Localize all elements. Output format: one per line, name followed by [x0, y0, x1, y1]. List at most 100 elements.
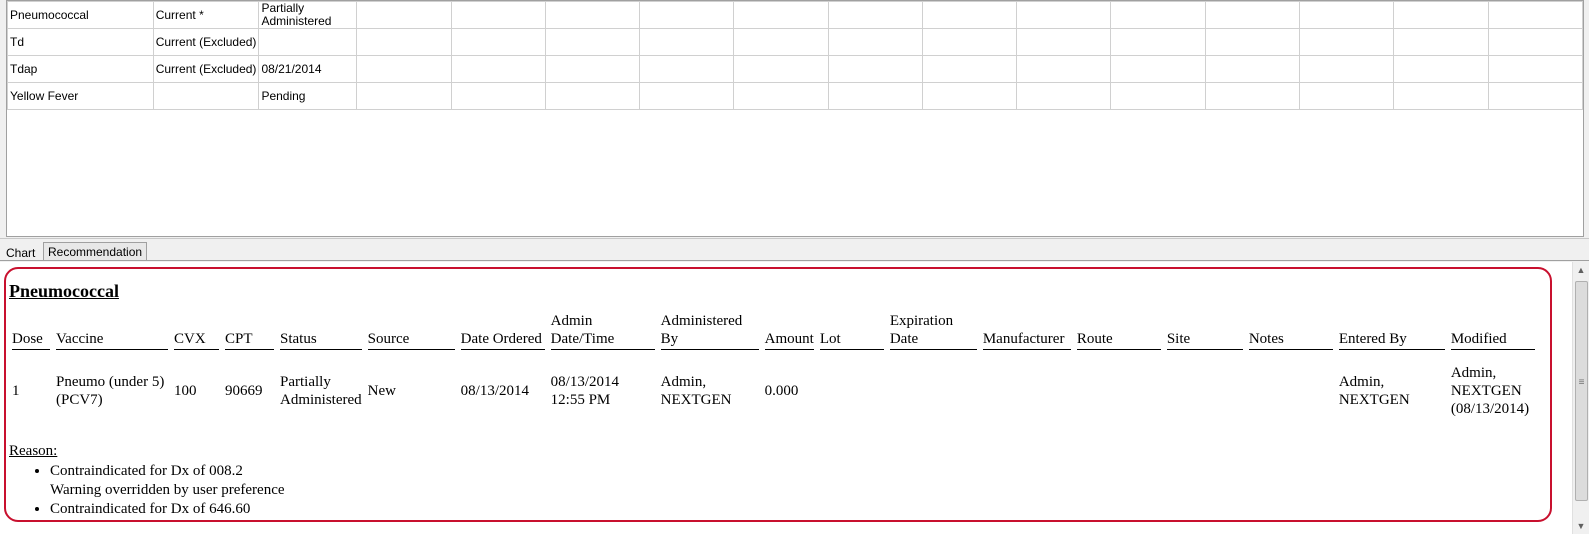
grid-cell-vaccine[interactable]: Td — [7, 28, 154, 56]
dose-table: Dose Vaccine CVX CPT Status Source Date Ordere… — [6, 312, 1541, 418]
grid-cell-status[interactable]: Current (Excluded) — [152, 55, 260, 83]
grid-cell-empty[interactable] — [639, 55, 735, 83]
column-header: Status — [280, 312, 362, 350]
dose-cell-admin-datetime: 08/13/2014 12:55 PM — [550, 374, 619, 408]
grid-cell-empty[interactable] — [921, 82, 1018, 110]
scroll-thumb[interactable]: ≡ — [1575, 281, 1588, 501]
dose-cell-status: Partially Administered — [280, 374, 362, 408]
grid-cell-empty[interactable] — [827, 28, 923, 56]
dose-cell-vaccine: Pneumo (under 5) (PCV7) — [56, 374, 165, 408]
grid-cell-empty[interactable] — [1204, 1, 1301, 29]
dose-cell-notes — [1249, 350, 1333, 418]
grid-cell-empty[interactable] — [1393, 1, 1489, 29]
grid-cell-empty[interactable] — [1110, 55, 1206, 83]
grid-cell-empty[interactable] — [921, 28, 1018, 56]
grid-cell-empty[interactable] — [356, 28, 452, 56]
vertical-scrollbar[interactable]: ▲ ≡ ▼ — [1572, 262, 1589, 534]
grid-cell-empty[interactable] — [639, 82, 735, 110]
scroll-down-icon[interactable]: ▼ — [1573, 518, 1589, 534]
column-header: Modified — [1450, 312, 1535, 350]
dose-cell-site — [1167, 350, 1243, 418]
grid-cell-detail[interactable] — [258, 28, 358, 56]
grid-cell-vaccine[interactable]: Yellow Fever — [7, 82, 154, 110]
grid-cell-empty[interactable] — [1393, 55, 1489, 83]
grid-cell-detail[interactable]: 08/21/2014 — [258, 55, 358, 83]
grid-cell-empty[interactable] — [1204, 28, 1301, 56]
grid-cell-empty[interactable] — [1016, 82, 1112, 110]
grid-cell-empty[interactable] — [733, 1, 829, 29]
grid-cell-empty[interactable] — [450, 82, 546, 110]
grid-cell-empty[interactable] — [1110, 28, 1206, 56]
grid-cell-empty[interactable] — [1487, 28, 1583, 56]
grid-cell-empty[interactable] — [356, 55, 452, 83]
reason-list: Contraindicated for Dx of 008.2 Warning o… — [8, 462, 1550, 520]
grid-cell-empty[interactable] — [1487, 82, 1583, 110]
dose-cell-route — [1077, 350, 1161, 418]
grid-cell-detail[interactable]: Pending — [258, 82, 358, 110]
dose-cell-lot — [820, 350, 884, 418]
grid-cell-empty[interactable] — [1487, 1, 1583, 29]
grid-cell-empty[interactable] — [1110, 1, 1206, 29]
recommendation-grid: Pneumococcal Current * Partially Administe… — [6, 0, 1584, 237]
grid-cell-empty[interactable] — [827, 82, 923, 110]
grid-cell-empty[interactable] — [639, 28, 735, 56]
column-header: Notes — [1248, 312, 1333, 350]
grid-cell-empty[interactable] — [733, 55, 829, 83]
dose-row: 1 Pneumo (under 5) (PCV7) 100 90669 Partiall… — [12, 350, 1535, 418]
grid-cell-empty[interactable] — [544, 1, 641, 29]
grid-cell-empty[interactable] — [921, 1, 1018, 29]
grid-cell-empty[interactable] — [356, 82, 452, 110]
grid-cell-empty[interactable] — [544, 28, 641, 56]
grid-cell-empty[interactable] — [1299, 82, 1395, 110]
grid-cell-empty[interactable] — [544, 55, 641, 83]
grid-cell-empty[interactable] — [1204, 82, 1301, 110]
grid-cell-empty[interactable] — [1016, 28, 1112, 56]
dose-cell-date-ordered: 08/13/2014 — [460, 383, 529, 399]
grid-cell-detail[interactable]: Partially Administered — [258, 1, 358, 29]
grid-row[interactable]: Yellow Fever Pending — [7, 82, 1583, 110]
reason-item: Contraindicated for Dx of 646.60 Warning … — [50, 500, 1550, 520]
grid-cell-status[interactable] — [152, 82, 260, 110]
grid-row[interactable]: Pneumococcal Current * Partially Administe… — [7, 1, 1583, 29]
grid-cell-status[interactable]: Current * — [152, 1, 260, 29]
grid-cell-empty[interactable] — [1204, 55, 1301, 83]
scroll-up-icon[interactable]: ▲ — [1573, 262, 1589, 278]
column-header: Amount — [764, 312, 814, 350]
grid-cell-empty[interactable] — [450, 28, 546, 56]
detail-content: Pneumococcal Dose Vaccine CVX CPT Status Sour… — [6, 281, 1550, 520]
grid-cell-empty[interactable] — [1393, 28, 1489, 56]
tab-divider — [0, 260, 1589, 261]
grid-cell-empty[interactable] — [827, 55, 923, 83]
column-header: Lot — [819, 312, 884, 350]
dose-cell-manufacturer — [983, 350, 1071, 418]
grid-cell-empty[interactable] — [1299, 1, 1395, 29]
tab-strip: Chart Recommendation — [0, 238, 1589, 263]
grid-cell-empty[interactable] — [733, 82, 829, 110]
column-header: Administered By — [660, 312, 759, 350]
grid-row[interactable]: Tdap Current (Excluded) 08/21/2014 — [7, 55, 1583, 83]
column-header: Site — [1166, 312, 1243, 350]
grid-cell-vaccine[interactable]: Tdap — [7, 55, 154, 83]
grid-cell-empty[interactable] — [921, 55, 1018, 83]
grid-cell-empty[interactable] — [639, 1, 735, 29]
grid-cell-empty[interactable] — [450, 1, 546, 29]
grid-cell-empty[interactable] — [1016, 55, 1112, 83]
grid-cell-empty[interactable] — [1299, 28, 1395, 56]
grid-cell-empty[interactable] — [733, 28, 829, 56]
dose-cell-amount: 0.000 — [764, 383, 799, 399]
grid-cell-empty[interactable] — [1487, 55, 1583, 83]
grid-cell-empty[interactable] — [356, 1, 452, 29]
dose-cell-modified: Admin, NEXTGEN (08/13/2014) — [1450, 365, 1530, 417]
grid-cell-empty[interactable] — [1110, 82, 1206, 110]
tab-recommendation[interactable]: Recommendation — [43, 242, 148, 261]
grid-cell-vaccine[interactable]: Pneumococcal — [7, 1, 154, 29]
grid-cell-empty[interactable] — [450, 55, 546, 83]
grid-cell-status[interactable]: Current (Excluded) — [152, 28, 260, 56]
grid-cell-empty[interactable] — [1299, 55, 1395, 83]
grid-row[interactable]: Td Current (Excluded) — [7, 28, 1583, 56]
grip-icon: ≡ — [1578, 377, 1585, 388]
grid-cell-empty[interactable] — [1016, 1, 1112, 29]
grid-cell-empty[interactable] — [544, 82, 641, 110]
grid-cell-empty[interactable] — [1393, 82, 1489, 110]
grid-cell-empty[interactable] — [827, 1, 923, 29]
